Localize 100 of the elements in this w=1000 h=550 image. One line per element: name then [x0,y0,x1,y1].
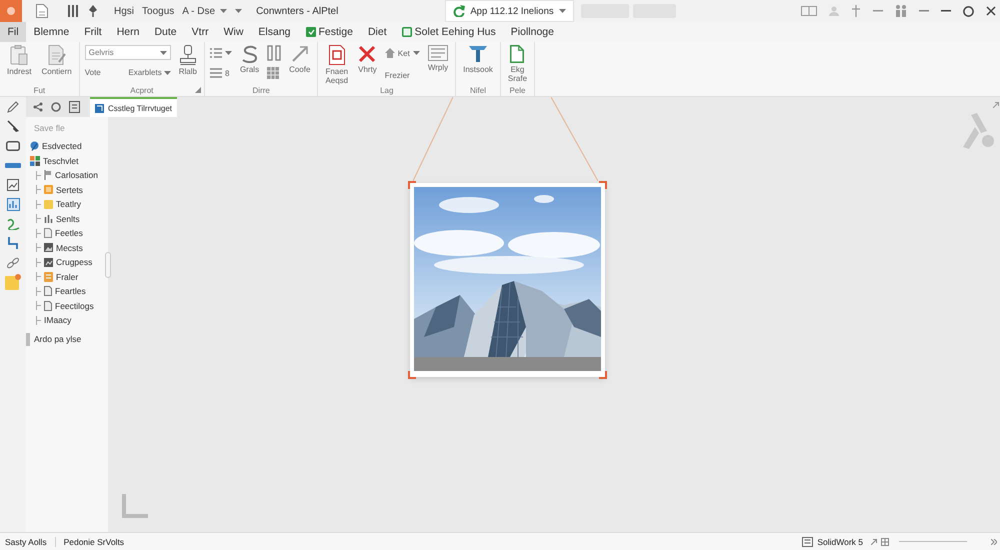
quick-access-button[interactable]: Toogus [142,6,174,16]
tree-item[interactable]: Carlosation [55,170,98,180]
tree-item[interactable]: Senlts [56,214,80,224]
arrow-icon[interactable] [871,538,877,544]
step-icon[interactable] [7,236,19,250]
grid-icon[interactable] [881,538,889,546]
stylus-icon[interactable] [7,120,19,132]
ribbon-button[interactable]: Fnaen Aeqsd [323,45,350,85]
status-text: Pedonie SrVolts [62,536,126,546]
tree-item[interactable]: IMaacy [44,315,72,326]
group-label: Lag [380,85,394,96]
ribbon-dropdown[interactable]: Ket [384,45,420,61]
menu-tab[interactable]: Elsang [250,22,298,42]
pin-icon[interactable] [88,5,98,17]
ribbon-button[interactable]: Contiern [39,45,74,76]
ribbon-button[interactable]: Coofe [287,45,312,74]
display-icon[interactable] [802,536,814,546]
ribbon-button[interactable]: Frezier [384,71,420,80]
circle-icon[interactable] [963,6,974,16]
ring-icon[interactable] [51,102,61,112]
dash-icon[interactable] [873,10,883,12]
ribbon-dropdown[interactable]: Exarblets [128,68,171,77]
bar-icon[interactable] [5,162,21,168]
tree-item[interactable]: Feectilogs [55,300,94,311]
menu-tab[interactable]: Frilt [76,22,110,42]
expand-icon[interactable] [993,102,999,108]
corner-handle-icon[interactable] [408,371,416,379]
corner-handle-icon[interactable] [599,181,607,189]
box-icon[interactable] [69,101,80,113]
menu-tab[interactable]: Fil [0,22,26,42]
ribbon-button[interactable]: Wrply [426,45,450,72]
panels-icon[interactable] [801,6,817,16]
ribbon-button[interactable]: Vote [84,68,101,77]
curve-icon[interactable] [6,218,20,230]
group-label: Dirre [252,85,270,96]
close-icon[interactable] [986,6,996,16]
menu-tab[interactable]: Piollnoge [503,22,562,42]
menu-tab[interactable]: Vtrr [184,22,216,42]
tree-item[interactable]: Sertets [56,184,83,195]
list-icon [210,48,222,58]
cross-icon[interactable] [851,5,861,17]
share-icon[interactable] [33,102,43,112]
tree-item[interactable]: Feartles [55,286,86,296]
menu-tab[interactable]: Dute [146,22,184,42]
menu-tab[interactable]: Blemne [26,22,77,42]
ribbon-button[interactable]: Grals [238,45,262,74]
group-label: Nifel [470,85,486,96]
caret-icon [558,9,566,13]
tree-item[interactable]: Esdvected [42,141,82,152]
square-icon [306,27,316,37]
menu-tab[interactable]: Hern [109,22,147,42]
document-icon [44,300,52,311]
menu-tab[interactable]: Diet [360,22,394,42]
product-label: SolidWork 5 [817,536,864,546]
tree-item[interactable]: Teatlry [56,199,82,210]
minimize-icon[interactable] [941,10,951,12]
tree-branch-icon [36,185,41,194]
launcher-icon[interactable] [194,87,201,93]
document-pencil-icon [48,45,66,65]
ribbon-button[interactable]: 8 [210,65,232,81]
ribbon-button[interactable]: Indrest [5,45,34,76]
pencil-icon[interactable] [7,100,19,113]
tree-item[interactable]: Crugpess [56,257,92,268]
document-tab[interactable]: App 112.12 Inelions [446,1,573,21]
quick-access-dropdown[interactable]: A - Dse [182,6,228,16]
app-logo-icon[interactable] [0,0,22,22]
people-icon[interactable] [895,5,907,17]
bars-icon[interactable] [68,5,78,17]
group-label: Fut [34,85,46,96]
tree-branch-icon [36,214,41,224]
quick-access-button[interactable]: Hgsi [114,6,134,16]
menu-tab[interactable]: Festige [298,22,360,42]
font-dropdown[interactable]: Gelvris [84,45,171,60]
sticky-note-icon[interactable] [5,274,21,290]
columns-icon[interactable] [267,45,282,61]
status-text: Sasty Aolls [0,536,56,546]
tree-item[interactable]: Feetles [55,228,83,238]
ribbon-button[interactable]: Instsook [461,45,495,74]
link-icon[interactable] [6,256,20,269]
scroll-handle[interactable] [105,252,111,278]
corner-handle-icon[interactable] [408,181,416,189]
chart-icon[interactable] [6,198,20,211]
tree-item[interactable]: Teschvlet [43,156,78,166]
corner-handle-icon[interactable] [599,371,607,379]
group-label: Acprot [130,85,154,96]
menu-tab[interactable]: Wiw [216,22,251,42]
tree-item[interactable]: Fraler [56,272,78,282]
chevrons-icon[interactable] [991,538,997,544]
caret-icon [164,70,171,74]
menu-tab[interactable]: Solet Eehing Hus [394,22,504,42]
ribbon-button[interactable]: Vhrty [356,45,379,74]
document-icon[interactable] [36,4,48,18]
dash-icon[interactable] [919,10,929,12]
ribbon-button[interactable]: Rlalb [176,45,199,76]
tree-item[interactable]: Mecsts [56,242,83,253]
panel-tab[interactable]: Csstleg Tilrrvtuget [90,97,178,117]
graph-icon[interactable] [7,178,19,191]
tree-branch-icon [36,200,41,209]
rectangle-icon[interactable] [6,140,20,151]
ribbon-button[interactable]: Ekg Srafe [506,45,530,83]
